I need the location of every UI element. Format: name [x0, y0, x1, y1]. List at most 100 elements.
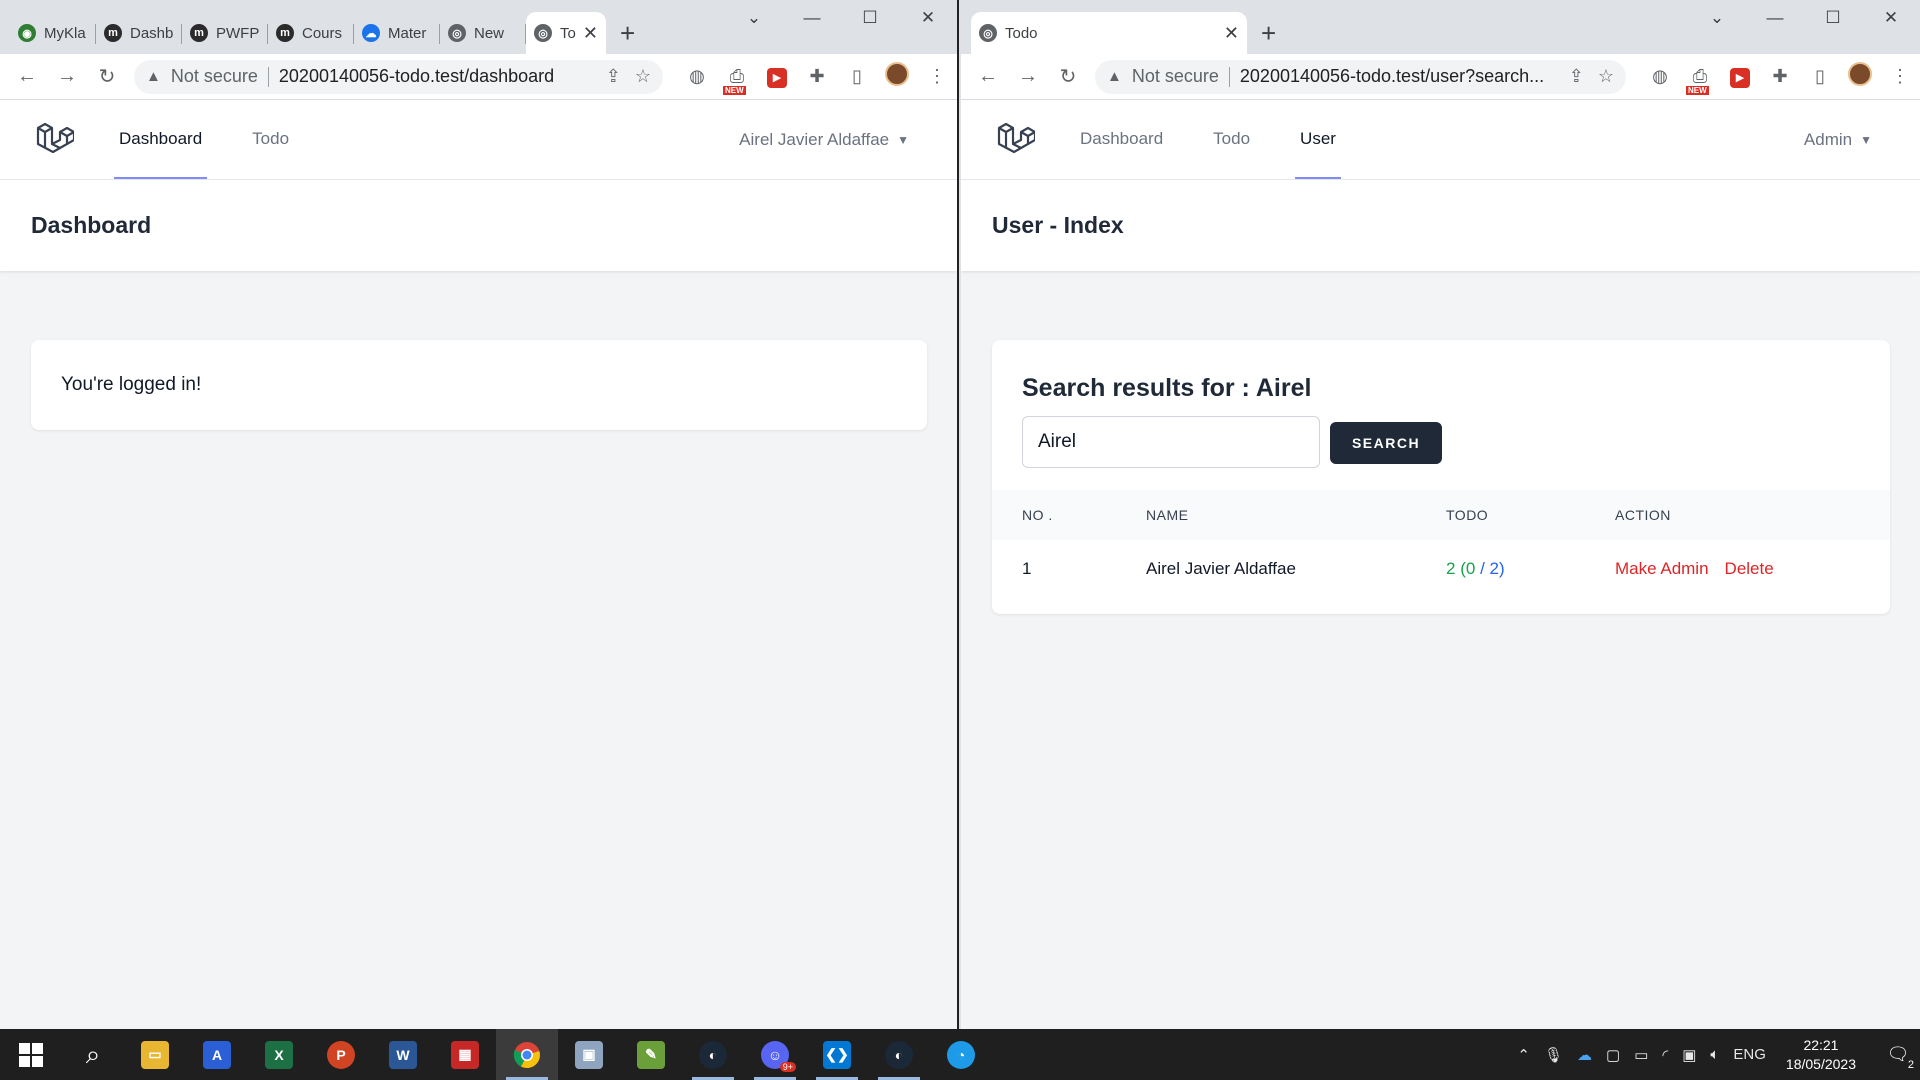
image-editor-icon[interactable]: ✎ [620, 1029, 682, 1080]
wifi-icon[interactable]: ◜ [1662, 1046, 1668, 1064]
share-icon[interactable]: ⇪ [606, 66, 621, 87]
browser-toolbar: ← → ↻ ▲ Not secure 20200140056-todo.test… [961, 54, 1920, 100]
tab-todo-active[interactable]: ◎ To ✕ [526, 12, 606, 54]
tab-label: Mater [388, 24, 427, 42]
reload-icon[interactable]: ↻ [1055, 64, 1081, 89]
tab-dashboard[interactable]: m Dashb [96, 12, 182, 54]
profile-avatar[interactable] [1840, 62, 1880, 91]
menu-kebab-icon[interactable]: ⋮ [1880, 66, 1920, 87]
maximize-icon[interactable]: ☐ [841, 8, 899, 28]
vscode-icon[interactable]: ❮❯ [806, 1029, 868, 1080]
close-window-icon[interactable]: ✕ [899, 8, 957, 28]
affinity-icon[interactable]: A [186, 1029, 248, 1080]
laravel-logo-icon[interactable] [34, 100, 76, 179]
back-icon[interactable]: ← [14, 65, 40, 88]
tab-material[interactable]: ☁ Mater [354, 12, 440, 54]
battery-icon[interactable]: ▭ [1634, 1046, 1648, 1064]
url-text[interactable]: 20200140056-todo.test/dashboard [279, 66, 592, 87]
chevron-up-icon[interactable]: ⌃ [1517, 1046, 1530, 1064]
tab-pwfp[interactable]: m PWFP [182, 12, 268, 54]
meet-now-icon[interactable]: ▢ [1606, 1046, 1620, 1064]
new-tab-icon[interactable]: + [1261, 20, 1276, 46]
onedrive-icon[interactable]: ☁ [1577, 1046, 1592, 1064]
address-bar[interactable]: ▲ Not secure 20200140056-todo.test/dashb… [134, 59, 663, 94]
side-panel-icon[interactable]: ▯ [1800, 66, 1840, 87]
todo-all: 2 [1489, 559, 1500, 578]
laravel-logo-icon[interactable] [995, 100, 1037, 179]
volume-icon[interactable]: 🔈︎ [1710, 1046, 1719, 1063]
forward-icon[interactable]: → [54, 65, 80, 88]
clock[interactable]: 22:21 18/05/2023 [1786, 1036, 1856, 1074]
search-icon[interactable]: ⌕ [62, 1029, 124, 1080]
start-button[interactable] [0, 1029, 62, 1080]
steam-secondary-icon[interactable]: ◐ [868, 1029, 930, 1080]
menu-kebab-icon[interactable]: ⋮ [917, 66, 957, 87]
url-text[interactable]: 20200140056-todo.test/user?search... [1240, 66, 1555, 87]
close-window-icon[interactable]: ✕ [1862, 8, 1920, 28]
minimize-icon[interactable]: — [1746, 8, 1804, 28]
extensions-puzzle-icon[interactable]: ✚ [797, 66, 837, 87]
back-icon[interactable]: ← [975, 65, 1001, 88]
column-header-todo: TODO [1446, 507, 1489, 523]
maximize-icon[interactable]: ☐ [1804, 8, 1862, 28]
warning-icon[interactable]: ▲ [1107, 68, 1122, 85]
search-results-title: Search results for : Airel [1022, 374, 1312, 402]
extensions-puzzle-icon[interactable]: ✚ [1760, 66, 1800, 87]
edge-dev-icon[interactable]: ◔ [930, 1029, 992, 1080]
file-explorer-icon[interactable]: ▭ [124, 1029, 186, 1080]
search-button[interactable]: SEARCH [1330, 422, 1442, 464]
tab-mykla[interactable]: ◉ MyKla [10, 12, 96, 54]
table-row: 1 Airel Javier Aldaffae 2 (0 / 2) Make A… [992, 540, 1890, 598]
share-icon[interactable]: ⇪ [1569, 66, 1584, 87]
media-extension-icon[interactable]: ▶ [1720, 65, 1760, 88]
warning-icon[interactable]: ▲ [146, 68, 161, 85]
discord-icon[interactable]: ☺ 9+ [744, 1029, 806, 1080]
nav-user[interactable]: User [1295, 100, 1341, 179]
make-admin-button[interactable]: Make Admin [1615, 559, 1709, 578]
microphone-icon[interactable]: 🎙︎ [1544, 1046, 1563, 1064]
new-tab-icon[interactable]: + [620, 20, 635, 46]
tab-todo-active[interactable]: ◎ Todo ✕ [971, 12, 1247, 54]
language-indicator[interactable]: ENG [1733, 1046, 1766, 1063]
forward-icon[interactable]: → [1015, 65, 1041, 88]
translate-extension-icon[interactable]: ◍ [677, 66, 717, 87]
windows-taskbar: ⌕ ▭ A X P W ▦ ▣ ✎ ◐ ☺ 9+ ❮❯ ◐ ◔ ⌃ 🎙︎ ☁ ▢… [0, 1029, 1920, 1080]
profile-avatar[interactable] [877, 62, 917, 91]
excel-icon[interactable]: X [248, 1029, 310, 1080]
photos-icon[interactable]: ▦ [434, 1029, 496, 1080]
reload-icon[interactable]: ↻ [94, 64, 120, 89]
user-dropdown[interactable]: Admin ▼ [1804, 100, 1872, 180]
printer-extension-icon[interactable]: ⎙ NEW [717, 66, 757, 95]
tab-course[interactable]: m Cours [268, 12, 354, 54]
minimize-icon[interactable]: — [783, 8, 841, 28]
bookmark-star-icon[interactable]: ☆ [1598, 66, 1614, 87]
display-icon[interactable]: ▣ [1682, 1046, 1696, 1064]
nav-dashboard[interactable]: Dashboard [114, 100, 208, 179]
nav-dashboard[interactable]: Dashboard [1075, 100, 1168, 179]
media-extension-icon[interactable]: ▶ [757, 65, 797, 88]
search-input[interactable] [1022, 416, 1320, 468]
translate-extension-icon[interactable]: ◍ [1640, 66, 1680, 87]
tab-search-icon[interactable]: ⌄ [725, 8, 783, 28]
side-panel-icon[interactable]: ▯ [837, 66, 877, 87]
bookmark-star-icon[interactable]: ☆ [635, 66, 651, 87]
image-viewer-icon[interactable]: ▣ [558, 1029, 620, 1080]
tab-new[interactable]: ◎ New [440, 12, 526, 54]
tab-label: New [474, 24, 505, 42]
close-tab-icon[interactable]: ✕ [1218, 23, 1239, 44]
new-badge: NEW [1686, 86, 1709, 95]
word-icon[interactable]: W [372, 1029, 434, 1080]
notification-count: 2 [1907, 1059, 1914, 1071]
tab-search-icon[interactable]: ⌄ [1688, 8, 1746, 28]
printer-extension-icon[interactable]: ⎙ NEW [1680, 66, 1720, 95]
steam-icon[interactable]: ◐ [682, 1029, 744, 1080]
nav-todo[interactable]: Todo [247, 100, 294, 179]
notification-center-icon[interactable]: 🗨︎ 2 [1876, 1029, 1920, 1080]
close-tab-icon[interactable]: ✕ [577, 23, 598, 44]
powerpoint-icon[interactable]: P [310, 1029, 372, 1080]
chrome-icon[interactable] [496, 1029, 558, 1080]
nav-todo[interactable]: Todo [1208, 100, 1255, 179]
user-dropdown[interactable]: Airel Javier Aldaffae ▼ [739, 100, 909, 180]
address-bar[interactable]: ▲ Not secure 20200140056-todo.test/user?… [1095, 59, 1626, 94]
delete-button[interactable]: Delete [1725, 559, 1774, 578]
